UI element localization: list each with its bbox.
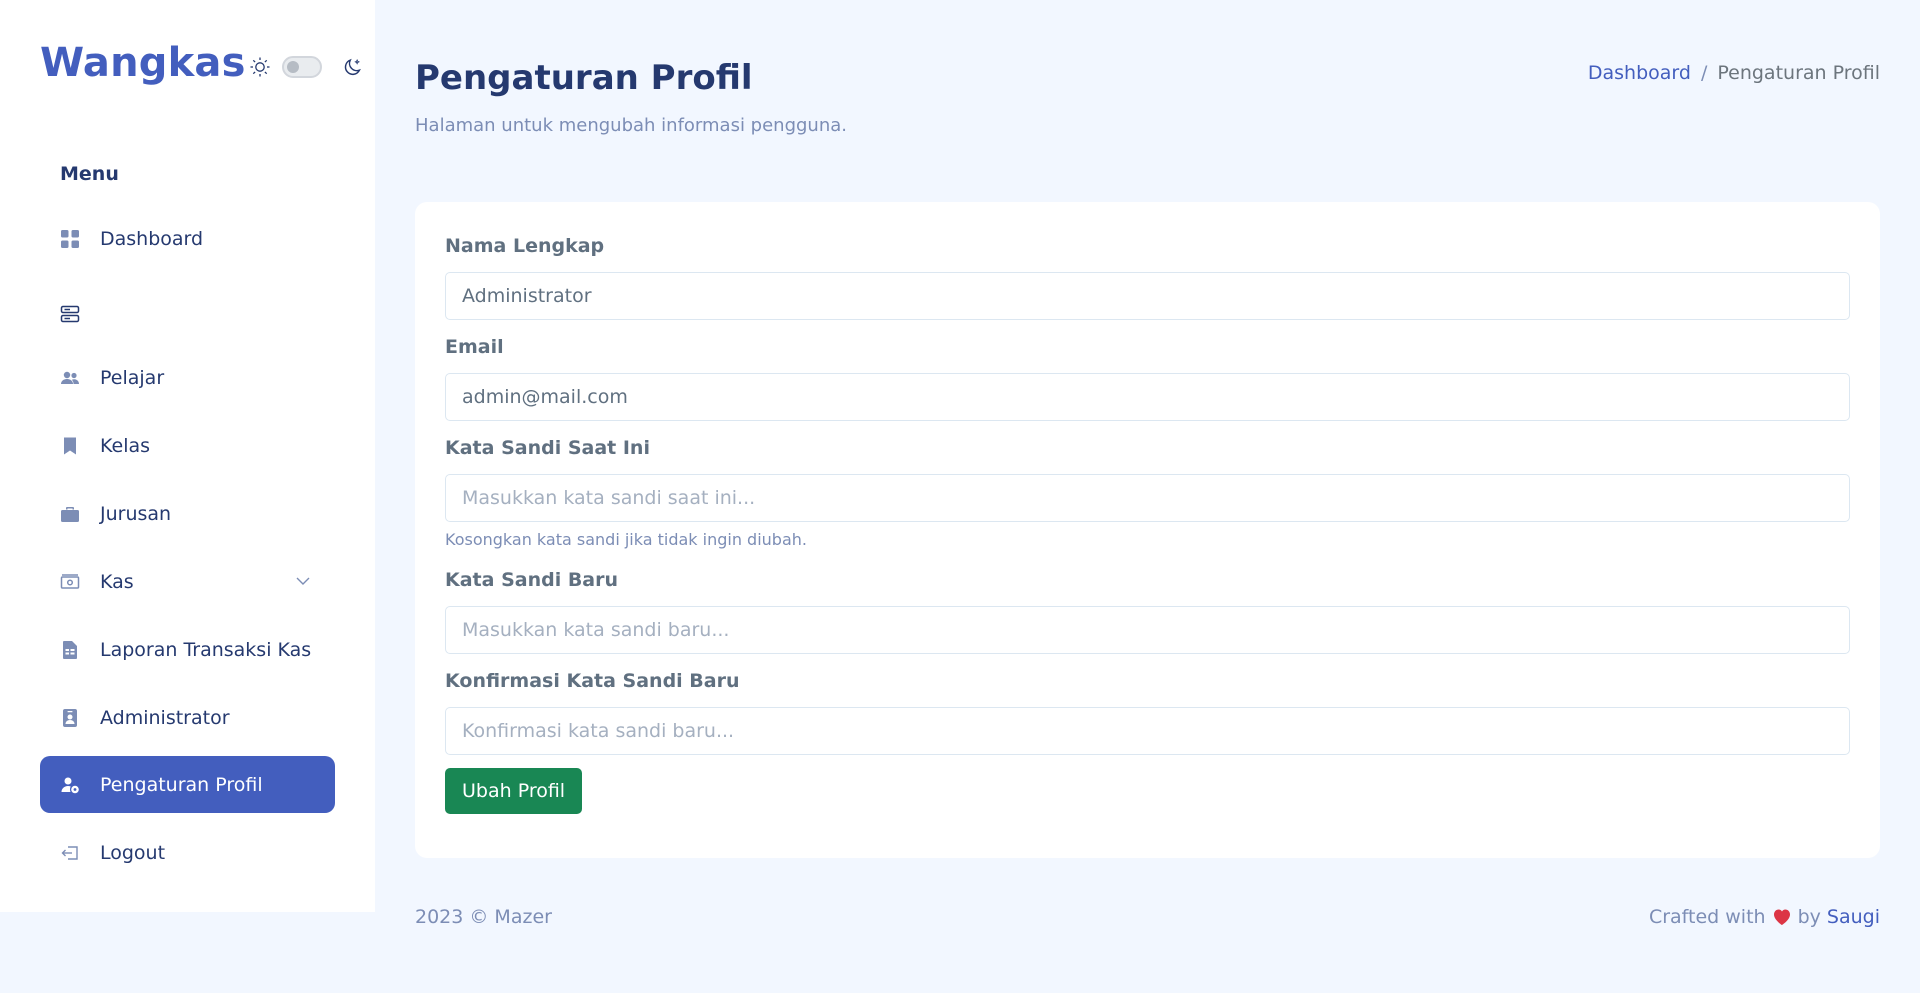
sidebar-item-administrator[interactable]: Administrator [40,689,335,746]
sidebar-item-label: Kelas [100,434,151,457]
name-field[interactable] [445,272,1850,320]
sidebar-item-logout[interactable]: Logout [40,824,335,881]
sidebar-item-kas[interactable]: Kas [40,553,335,610]
footer-by-text: by [1797,906,1821,928]
sidebar-item-label: Pelajar [100,366,165,389]
new-password-label: Kata Sandi Baru [445,569,619,591]
current-password-field[interactable] [445,474,1850,522]
sidebar-item-label: Dashboard [100,227,204,250]
page-title: Pengaturan Profil [415,58,753,98]
confirm-password-field[interactable] [445,707,1850,755]
password-help-text: Kosongkan kata sandi jika tidak ingin di… [445,530,807,549]
page-subtitle: Halaman untuk mengubah informasi penggun… [415,115,847,136]
sidebar-item-label: Administrator [100,706,230,729]
switch-knob [286,61,299,73]
chevron-down-icon [296,577,310,585]
sidebar-item-pelajar[interactable]: Pelajar [40,349,335,406]
breadcrumb-current: Pengaturan Profil [1717,62,1880,84]
logout-icon [60,843,80,863]
server-icon [60,304,80,324]
breadcrumb-home-link[interactable]: Dashboard [1588,62,1691,84]
bookmark-icon [60,436,80,456]
grid-icon [60,229,80,249]
footer-author-link[interactable]: Saugi [1827,906,1880,928]
briefcase-icon [60,504,80,524]
sidebar-header: Wangkas [40,40,364,86]
sidebar-item-laporan[interactable]: Laporan Transaksi Kas [40,621,335,678]
profile-form-card: Nama Lengkap Email Kata Sandi Saat Ini K… [415,202,1880,858]
sidebar-item-label: Laporan Transaksi Kas [100,638,312,661]
sidebar-item-label: Logout [100,841,166,864]
file-spreadsheet-icon [60,640,80,660]
email-label: Email [445,336,504,358]
sidebar-item-server[interactable] [40,285,335,342]
cash-icon [60,572,80,592]
footer-credit: Crafted with by Saugi [1649,906,1880,928]
footer-copyright: 2023 © Mazer [415,906,552,928]
sidebar-item-label: Pengaturan Profil [100,773,263,796]
logo[interactable]: Wangkas [40,40,246,86]
sidebar-item-label: Kas [100,570,134,593]
sidebar-item-label: Jurusan [100,502,172,525]
theme-toggle [248,55,364,79]
dark-mode-switch[interactable] [281,56,322,78]
confirm-password-label: Konfirmasi Kata Sandi Baru [445,670,740,692]
person-badge-icon [60,708,80,728]
breadcrumb: Dashboard / Pengaturan Profil [1588,62,1880,84]
heart-icon [1773,909,1790,925]
sidebar-item-kelas[interactable]: Kelas [40,417,335,474]
update-profile-button[interactable]: Ubah Profil [445,768,583,814]
new-password-field[interactable] [445,606,1850,654]
people-icon [60,368,80,388]
menu-title: Menu [60,163,119,185]
email-field[interactable] [445,373,1850,421]
breadcrumb-separator: / [1700,62,1708,84]
sidebar-item-pengaturan-profil[interactable]: Pengaturan Profil [40,756,335,813]
sidebar-item-dashboard[interactable]: Dashboard [40,210,335,267]
sidebar-item-jurusan[interactable]: Jurusan [40,485,335,542]
person-gear-icon [60,775,80,795]
sun-icon [250,57,270,77]
name-label: Nama Lengkap [445,235,605,257]
footer-crafted-text: Crafted with [1648,906,1766,928]
sidebar: Wangkas Menu Dashboard Pelajar Kelas Jur… [0,0,375,912]
moon-icon [344,58,361,76]
current-password-label: Kata Sandi Saat Ini [445,437,650,459]
